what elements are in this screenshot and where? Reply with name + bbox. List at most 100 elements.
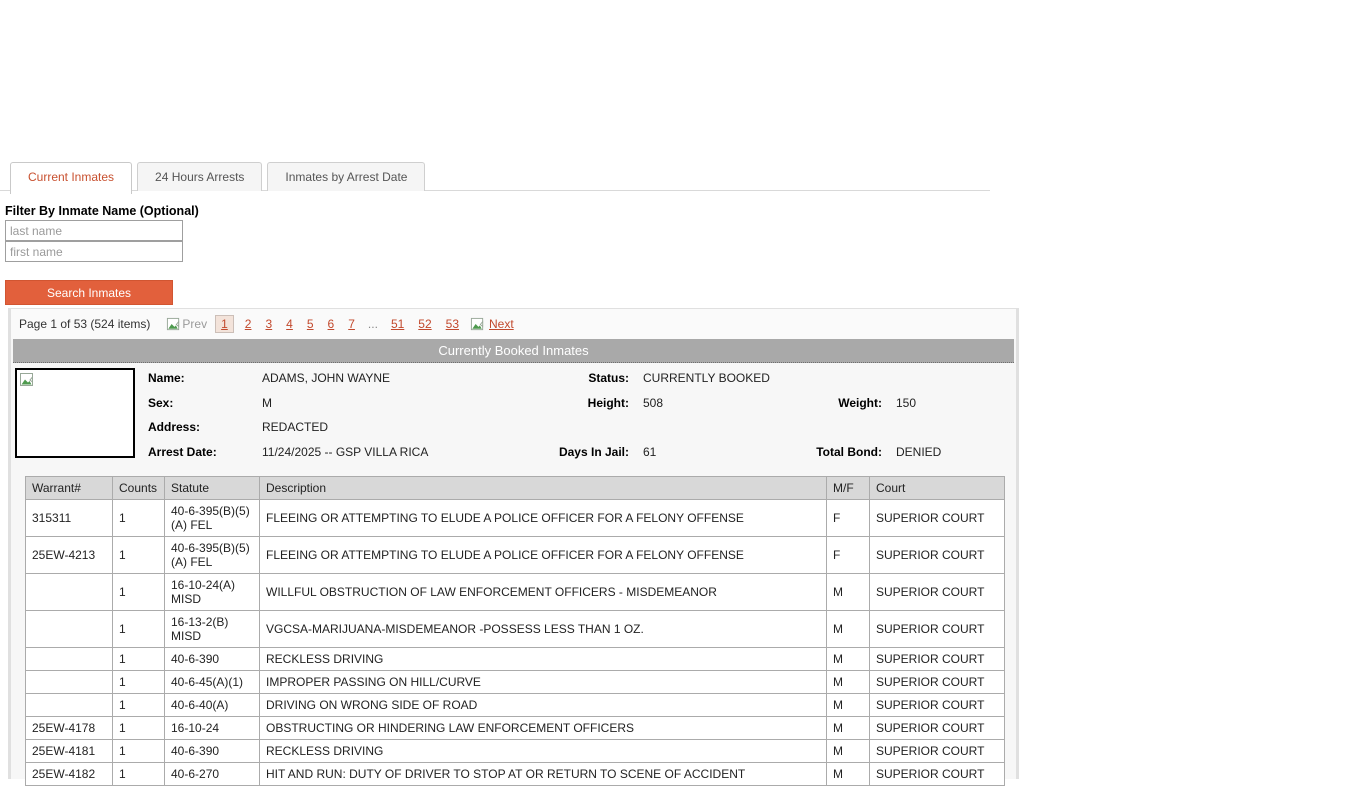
warrant-row: 25EW-4178116-10-24OBSTRUCTING OR HINDERI…: [26, 717, 1005, 740]
warrant-cell: F: [827, 500, 870, 537]
column-header-counts: Counts: [113, 477, 165, 500]
warrant-cell: 1: [113, 500, 165, 537]
warrant-cell: FLEEING OR ATTEMPTING TO ELUDE A POLICE …: [260, 500, 827, 537]
warrant-cell: HIT AND RUN: DUTY OF DRIVER TO STOP AT O…: [260, 763, 827, 786]
broken-image-icon: [470, 317, 485, 332]
warrant-cell: WILLFUL OBSTRUCTION OF LAW ENFORCEMENT O…: [260, 574, 827, 611]
page-link-53[interactable]: 53: [443, 316, 462, 332]
warrant-cell: [26, 611, 113, 648]
warrant-cell: SUPERIOR COURT: [870, 500, 1005, 537]
page-ellipsis: ...: [368, 317, 378, 331]
tab-current-inmates[interactable]: Current Inmates: [10, 162, 132, 194]
warrant-cell: M: [827, 648, 870, 671]
warrant-cell: RECKLESS DRIVING: [260, 740, 827, 763]
page-summary: Page 1 of 53 (524 items): [19, 317, 150, 331]
warrant-row: 116-10-24(A) MISDWILLFUL OBSTRUCTION OF …: [26, 574, 1005, 611]
tab-bar: Current Inmates24 Hours ArrestsInmates b…: [0, 162, 990, 191]
first-name-input[interactable]: [5, 241, 183, 262]
warrant-cell: M: [827, 574, 870, 611]
page-link-51[interactable]: 51: [388, 316, 407, 332]
page-link-4[interactable]: 4: [283, 316, 296, 332]
page-link-2[interactable]: 2: [242, 316, 255, 332]
arrest-date-label: Arrest Date:: [148, 445, 217, 459]
warrant-cell: SUPERIOR COURT: [870, 574, 1005, 611]
next-page-button[interactable]: Next: [486, 316, 517, 332]
warrant-cell: 315311: [26, 500, 113, 537]
prev-page-button[interactable]: Prev: [182, 317, 207, 331]
days-in-jail-value: 61: [643, 445, 656, 459]
warrant-row: 25EW-4182140-6-270HIT AND RUN: DUTY OF D…: [26, 763, 1005, 786]
page-link-52[interactable]: 52: [415, 316, 434, 332]
warrant-row: 116-13-2(B) MISDVGCSA-MARIJUANA-MISDEMEA…: [26, 611, 1005, 648]
warrant-cell: SUPERIOR COURT: [870, 740, 1005, 763]
warrant-cell: 1: [113, 611, 165, 648]
pagination-bar: Page 1 of 53 (524 items) Prev 1234567... 5…: [11, 309, 1016, 339]
next-page-control[interactable]: Next: [470, 316, 517, 332]
warrant-cell: 1: [113, 648, 165, 671]
page-link-7[interactable]: 7: [345, 316, 358, 332]
search-inmates-button[interactable]: Search Inmates: [5, 280, 173, 305]
address-value: REDACTED: [262, 420, 328, 434]
warrant-cell: SUPERIOR COURT: [870, 717, 1005, 740]
warrant-cell: 1: [113, 763, 165, 786]
warrant-cell: M: [827, 671, 870, 694]
warrant-cell: M: [827, 740, 870, 763]
warrant-cell: 16-13-2(B) MISD: [165, 611, 260, 648]
warrant-cell: SUPERIOR COURT: [870, 611, 1005, 648]
warrant-cell: [26, 694, 113, 717]
warrant-cell: SUPERIOR COURT: [870, 694, 1005, 717]
warrant-cell: [26, 574, 113, 611]
arrest-date-value: 11/24/2025 -- GSP VILLA RICA: [262, 445, 428, 459]
warrant-cell: 1: [113, 671, 165, 694]
tab-inmates-by-arrest-date[interactable]: Inmates by Arrest Date: [267, 162, 425, 191]
warrant-cell: 40-6-390: [165, 740, 260, 763]
warrants-header-row: Warrant#CountsStatuteDescriptionM/FCourt: [26, 477, 1005, 500]
broken-image-icon: [166, 317, 181, 332]
warrant-row: 25EW-4181140-6-390RECKLESS DRIVINGMSUPER…: [26, 740, 1005, 763]
warrant-row: 140-6-40(A)DRIVING ON WRONG SIDE OF ROAD…: [26, 694, 1005, 717]
warrant-cell: [26, 648, 113, 671]
warrant-cell: M: [827, 763, 870, 786]
column-header-m-f: M/F: [827, 477, 870, 500]
page-link-6[interactable]: 6: [325, 316, 338, 332]
warrant-cell: 25EW-4178: [26, 717, 113, 740]
warrant-cell: 40-6-270: [165, 763, 260, 786]
warrant-row: 140-6-45(A)(1)IMPROPER PASSING ON HILL/C…: [26, 671, 1005, 694]
tab-24-hours-arrests[interactable]: 24 Hours Arrests: [137, 162, 262, 191]
warrant-cell: SUPERIOR COURT: [870, 648, 1005, 671]
name-label: Name:: [148, 371, 185, 385]
sex-value: M: [262, 396, 272, 410]
prev-page-control[interactable]: Prev: [166, 317, 207, 332]
column-header-court: Court: [870, 477, 1005, 500]
warrant-cell: [26, 671, 113, 694]
last-name-input[interactable]: [5, 220, 183, 241]
page-link-5[interactable]: 5: [304, 316, 317, 332]
warrant-cell: IMPROPER PASSING ON HILL/CURVE: [260, 671, 827, 694]
name-value: ADAMS, JOHN WAYNE: [262, 371, 390, 385]
warrant-cell: 16-10-24: [165, 717, 260, 740]
warrant-row: 140-6-390RECKLESS DRIVINGMSUPERIOR COURT: [26, 648, 1005, 671]
weight-label: Weight:: [711, 396, 882, 410]
status-label: Status:: [451, 371, 629, 385]
warrant-cell: VGCSA-MARIJUANA-MISDEMEANOR -POSSESS LES…: [260, 611, 827, 648]
column-header-description: Description: [260, 477, 827, 500]
height-value: 508: [643, 396, 663, 410]
warrant-cell: FLEEING OR ATTEMPTING TO ELUDE A POLICE …: [260, 537, 827, 574]
warrant-cell: 1: [113, 574, 165, 611]
warrant-cell: 1: [113, 740, 165, 763]
warrants-table: Warrant#CountsStatuteDescriptionM/FCourt…: [25, 476, 1005, 786]
warrant-cell: 16-10-24(A) MISD: [165, 574, 260, 611]
section-banner: Currently Booked Inmates: [13, 339, 1014, 363]
warrant-cell: SUPERIOR COURT: [870, 537, 1005, 574]
warrant-cell: M: [827, 717, 870, 740]
status-value: CURRENTLY BOOKED: [643, 371, 770, 385]
warrant-cell: DRIVING ON WRONG SIDE OF ROAD: [260, 694, 827, 717]
column-header-statute: Statute: [165, 477, 260, 500]
warrant-cell: 25EW-4213: [26, 537, 113, 574]
weight-value: 150: [896, 396, 916, 410]
page-link-3[interactable]: 3: [262, 316, 275, 332]
page-current[interactable]: 1: [215, 315, 234, 333]
warrant-cell: M: [827, 694, 870, 717]
results-panel: Page 1 of 53 (524 items) Prev1234567...5…: [8, 308, 1019, 779]
warrant-cell: 40-6-45(A)(1): [165, 671, 260, 694]
